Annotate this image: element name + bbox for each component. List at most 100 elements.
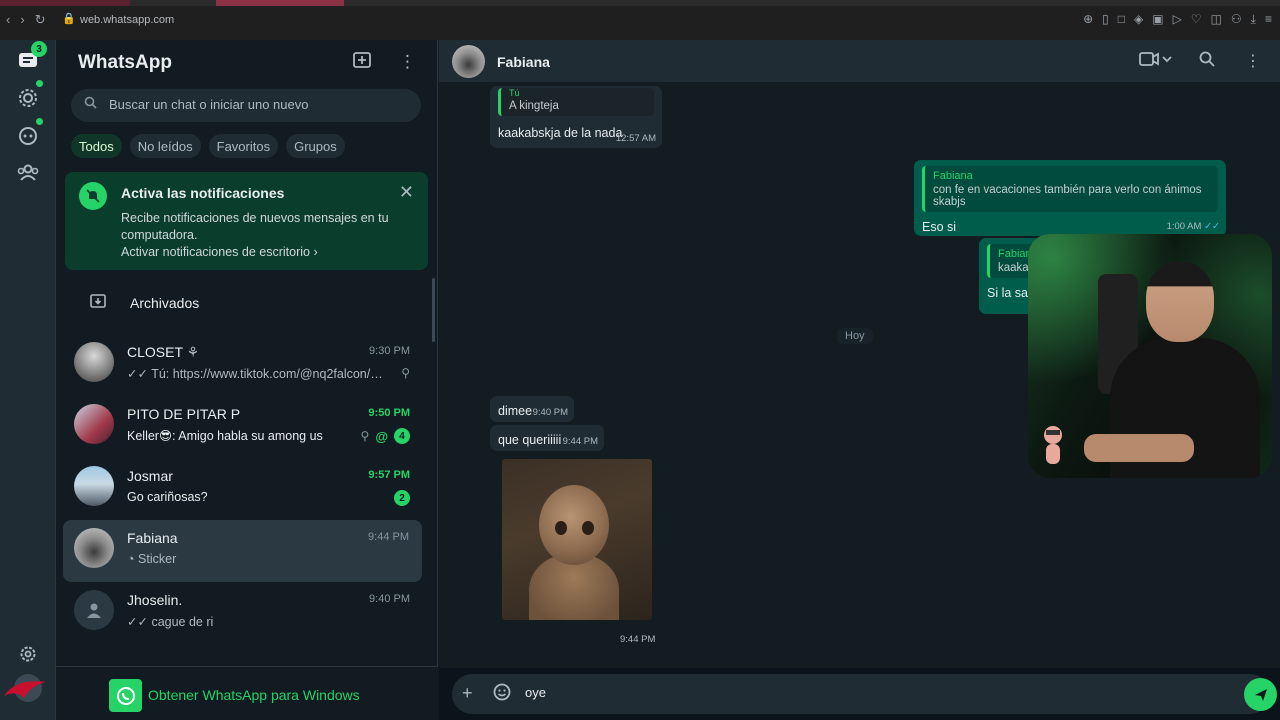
chat-item-jhoselin[interactable]: Jhoselin. 9:40 PM ✓✓ cague de ri <box>56 582 438 644</box>
status-dot <box>36 80 43 87</box>
send-icon <box>1254 688 1267 701</box>
message-out[interactable]: Fabiana con fe en vacaciones también par… <box>914 160 1226 236</box>
send-button[interactable] <box>1244 678 1277 711</box>
forward-icon[interactable]: › <box>20 12 24 28</box>
avatar <box>74 404 114 444</box>
chat-name: CLOSET ⚘ <box>127 344 200 360</box>
filter-chip-no-leidos[interactable]: No leídos <box>129 134 201 158</box>
message-in[interactable]: dimee 9:40 PM <box>490 396 574 422</box>
channels-dot <box>36 118 43 125</box>
pin-icon: ⚲ <box>360 429 370 443</box>
play-icon[interactable]: ▷ <box>1173 12 1182 27</box>
chat-meta: ⚲ <box>401 366 410 380</box>
chat-item-pito-de-pitar[interactable]: PITO DE PITAR P 9:50 PM Keller😎: Amigo h… <box>56 396 438 458</box>
filter-chip-todos[interactable]: Todos <box>71 134 122 158</box>
zoom-icon[interactable]: ⊕ <box>1083 12 1093 27</box>
bookmark-icon[interactable]: ▯ <box>1102 12 1109 27</box>
video-call-icon[interactable] <box>1139 51 1173 72</box>
sticker-eye <box>582 521 594 535</box>
composer-box: + <box>452 674 1277 714</box>
channels-icon[interactable] <box>14 122 42 150</box>
shield-icon[interactable]: ◈ <box>1134 12 1143 27</box>
unread-badge: 2 <box>394 490 410 506</box>
chat-time: 9:57 PM <box>368 469 410 481</box>
webcam-person-hands <box>1084 434 1194 462</box>
more-options-icon[interactable]: ⋮ <box>399 52 416 72</box>
day-separator: Hoy <box>837 328 873 344</box>
get-app-banner[interactable]: Obtener WhatsApp para Windows <box>56 666 438 720</box>
quoted-message[interactable]: Fabiana con fe en vacaciones también par… <box>922 166 1218 212</box>
nav-controls: ‹ › ↻ <box>6 12 46 28</box>
enable-notifications-link[interactable]: Activar notificaciones de escritorio › <box>121 245 318 259</box>
search-box[interactable] <box>71 89 421 122</box>
download-icon[interactable]: ⤓ <box>1251 12 1256 27</box>
more-options-icon[interactable]: ⋮ <box>1245 51 1261 71</box>
message-time: 9:44 PM <box>562 436 598 447</box>
quote-author: Fabiana <box>933 170 973 182</box>
sticker-eye <box>555 521 567 535</box>
address-bar[interactable]: web.whatsapp.com <box>80 14 174 26</box>
bell-off-icon <box>79 182 107 210</box>
archived-row[interactable]: Archivados <box>56 288 438 318</box>
back-icon[interactable]: ‹ <box>6 12 10 28</box>
filter-chips: Todos No leídos Favoritos Grupos <box>71 134 345 158</box>
sticker-figure-head <box>539 485 609 565</box>
enable-notifications-label: Activar notificaciones de escritorio <box>121 245 310 259</box>
double-check-icon: ✓✓ <box>1204 221 1220 232</box>
search-input[interactable] <box>109 97 409 112</box>
sticker-time: 9:44 PM <box>620 634 656 645</box>
get-app-label: Obtener WhatsApp para Windows <box>148 687 360 703</box>
filter-chip-favoritos[interactable]: Favoritos <box>208 134 279 158</box>
quote-text: A kingteja <box>509 100 559 112</box>
status-icon[interactable] <box>14 84 42 112</box>
mention-icon: @ <box>375 428 388 444</box>
profile-icon[interactable]: ⚇ <box>1231 12 1242 27</box>
chat-name: PITO DE PITAR P <box>127 406 241 422</box>
default-avatar-icon <box>74 590 114 630</box>
contact-avatar[interactable] <box>452 45 485 78</box>
contact-name[interactable]: Fabiana <box>497 54 550 70</box>
conversation-header[interactable]: Fabiana ⋮ <box>439 40 1280 82</box>
chat-name: Josmar <box>127 468 173 484</box>
browser-tab-active[interactable] <box>216 0 344 6</box>
emoji-picker-icon[interactable] <box>493 683 511 706</box>
composer-bar: + <box>439 668 1280 720</box>
message-time: 1:00 AM ✓✓ <box>1166 221 1220 232</box>
webcam-overlay <box>1028 234 1272 478</box>
chat-item-closet[interactable]: CLOSET ⚘ 9:30 PM ✓✓ Tú: https://www.tikt… <box>56 334 438 396</box>
quote-author: Tú <box>509 88 520 98</box>
quoted-message[interactable]: Tú A kingteja <box>498 88 654 116</box>
message-input[interactable] <box>525 685 1175 700</box>
wallet-icon[interactable]: ◫ <box>1211 12 1222 27</box>
chat-item-josmar[interactable]: Josmar 9:57 PM Go cariñosas? 2 <box>56 458 438 520</box>
attach-plus-icon[interactable]: + <box>462 683 473 704</box>
emoji-icon: ⚘ <box>186 344 200 360</box>
new-chat-icon[interactable] <box>353 52 371 73</box>
tab-strip <box>0 0 1280 6</box>
menu-icon[interactable]: ≡ <box>1265 12 1272 27</box>
vpn-icon[interactable]: ▣ <box>1152 12 1163 27</box>
close-icon[interactable]: ✕ <box>399 182 414 203</box>
settings-icon[interactable] <box>14 640 42 668</box>
chevron-right-icon: › <box>313 245 318 259</box>
double-check-icon: ✓✓ <box>127 615 148 629</box>
scrollbar[interactable] <box>432 278 435 342</box>
notification-body: Recibe notificaciones de nuevos mensajes… <box>121 211 389 242</box>
sticker-icon: ◔ <box>127 552 135 566</box>
screenshot-icon[interactable]: □ <box>1118 12 1125 27</box>
webcam-figurine <box>1038 424 1068 470</box>
browser-tab[interactable] <box>0 0 130 6</box>
search-icon[interactable] <box>1199 51 1215 72</box>
avatar <box>74 342 114 382</box>
message-in[interactable]: que queriiiii 9:44 PM <box>490 425 604 451</box>
chat-list: CLOSET ⚘ 9:30 PM ✓✓ Tú: https://www.tikt… <box>56 334 438 644</box>
sticker-image[interactable] <box>502 459 652 620</box>
communities-icon[interactable] <box>14 158 42 186</box>
filter-chip-grupos[interactable]: Grupos <box>286 134 345 158</box>
chat-preview: ✓✓ cague de ri <box>127 615 214 629</box>
reload-icon[interactable]: ↻ <box>35 12 46 28</box>
chat-item-fabiana[interactable]: Fabiana 9:44 PM ◔ Sticker <box>63 520 422 582</box>
heart-icon[interactable]: ♡ <box>1191 12 1202 27</box>
chat-time: 9:40 PM <box>369 593 410 605</box>
message-in[interactable]: Tú A kingteja kaakabskja de la nada 12:5… <box>490 86 662 148</box>
